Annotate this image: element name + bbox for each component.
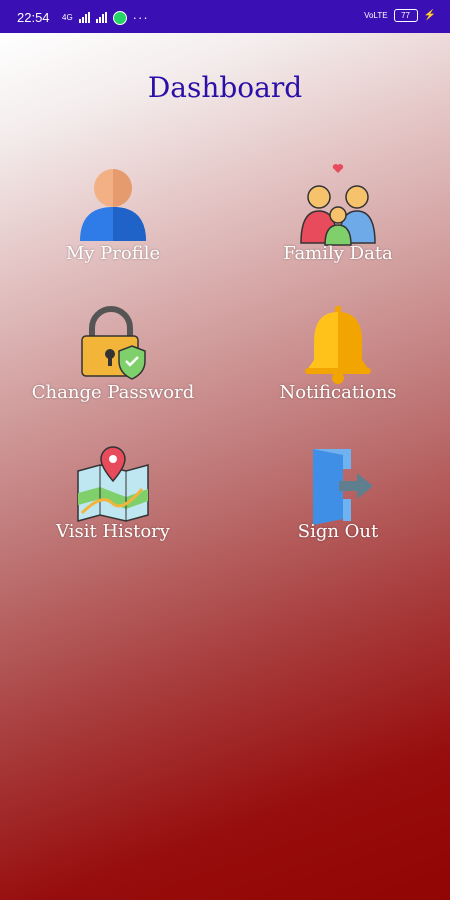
change-password-button[interactable]: Change Password [13, 302, 213, 403]
status-left-icons: 4G ··· [62, 10, 149, 25]
family-icon [300, 164, 376, 246]
family-data-label: Family Data [283, 243, 393, 264]
bell-icon [305, 306, 371, 384]
sign-out-button[interactable]: Sign Out [238, 441, 438, 542]
status-time: 22:54 [17, 10, 50, 25]
notifications-button[interactable]: Notifications [238, 302, 438, 403]
volte-label: VoLTE [364, 10, 388, 20]
signal-icon [78, 12, 90, 23]
profile-icon [80, 169, 146, 241]
notifications-label: Notifications [279, 382, 397, 403]
signal-icon-2 [95, 12, 107, 23]
more-notifications-icon: ··· [132, 10, 149, 25]
page-title: Dashboard [147, 71, 303, 104]
visit-history-label: Visit History [56, 521, 170, 542]
map-pin-icon [77, 446, 149, 522]
family-data-button[interactable]: Family Data [238, 163, 438, 264]
visit-history-button[interactable]: Visit History [13, 441, 213, 542]
dashboard-screen: Dashboard My Profile Family Data Change … [0, 33, 450, 900]
charging-icon: ⚡ [423, 10, 436, 21]
my-profile-button[interactable]: My Profile [13, 163, 213, 264]
status-bar: 22:54 4G ··· VoLTE 77 ⚡ [0, 0, 450, 33]
sign-out-label: Sign Out [297, 521, 379, 542]
battery-icon: 77 [393, 9, 418, 22]
whatsapp-icon [112, 10, 127, 25]
sign-out-icon [313, 449, 373, 525]
padlock-shield-icon [81, 306, 146, 380]
change-password-label: Change Password [31, 382, 195, 403]
my-profile-label: My Profile [65, 243, 161, 264]
network-type-label: 4G [62, 12, 73, 22]
status-right-icons: VoLTE 77 ⚡ [364, 9, 436, 22]
